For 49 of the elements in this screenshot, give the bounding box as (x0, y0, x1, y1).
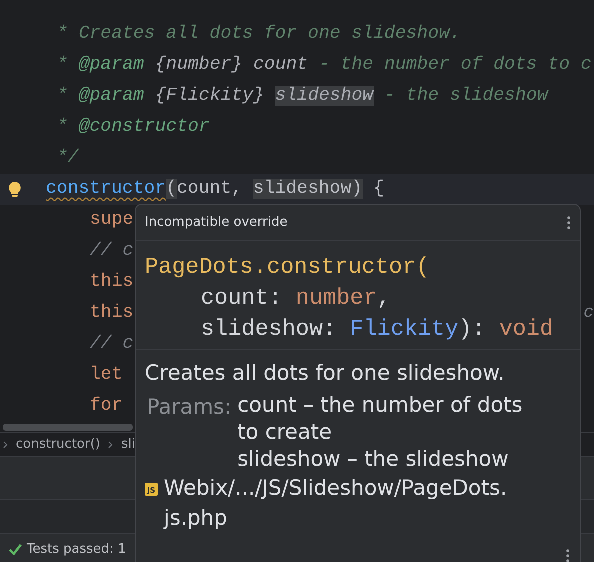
code-token: slideshow) (253, 179, 363, 199)
code-token: * (57, 55, 69, 75)
description: Creates all dots for one slideshow. (145, 360, 506, 387)
more-icon[interactable] (566, 549, 570, 562)
code-token: @param (78, 86, 144, 106)
scrollbar-thumb[interactable] (3, 424, 133, 430)
param-description: slideshow – the slideshow (238, 446, 510, 473)
signature-token: number (296, 285, 378, 311)
code-token: // c (90, 334, 134, 354)
code-token: @constructor (78, 117, 210, 137)
code-token: * Creates all dots for one slideshow. (57, 24, 461, 44)
breadcrumb[interactable]: constructor() (16, 437, 100, 452)
signature-token: PageDots.constructor( (145, 254, 430, 280)
popup-title: Incompatible override (145, 215, 288, 230)
code-token: slideshow (275, 86, 374, 106)
more-icon[interactable] (567, 216, 571, 230)
code-token: ( (166, 179, 177, 199)
signature-token: slideshow: (201, 316, 338, 342)
code-token: {number} count (154, 55, 308, 75)
code-token: // c (90, 241, 134, 261)
code-token: count, (176, 179, 244, 199)
code-token: constructor (46, 179, 166, 199)
code-token: c (584, 304, 594, 322)
chevron-icon (3, 440, 8, 448)
code-token: * (57, 117, 69, 137)
signature-token: , (377, 285, 391, 311)
signature-token: void (499, 316, 554, 342)
status-text[interactable]: Tests passed: 1 (27, 542, 126, 557)
file-path-link[interactable]: Webix/.../JS/Slideshow/PageDots.js.php (164, 473, 559, 533)
code-token: @param (78, 55, 144, 75)
chevron-icon (108, 440, 114, 448)
code-token: for (90, 396, 123, 416)
code-token: {Flickity} (154, 86, 266, 106)
params-label: Params: (146, 394, 232, 421)
check-icon (9, 544, 22, 555)
lightbulb-icon[interactable] (8, 180, 22, 198)
code-token: */ (57, 148, 79, 168)
code-token: supe (90, 210, 134, 230)
code-token: - the number of dots to c (318, 55, 592, 75)
code-token: { (372, 179, 384, 199)
code-token: * (57, 86, 69, 106)
breadcrumb[interactable]: sli (121, 437, 136, 452)
code-token: let (90, 365, 123, 385)
code-token: this (90, 303, 134, 323)
signature-token: ): (458, 316, 487, 342)
code-token: this (90, 272, 134, 292)
code-token: - the slideshow (383, 86, 548, 106)
signature-token: Flickity (350, 316, 459, 342)
signature-token: count: (201, 285, 284, 311)
